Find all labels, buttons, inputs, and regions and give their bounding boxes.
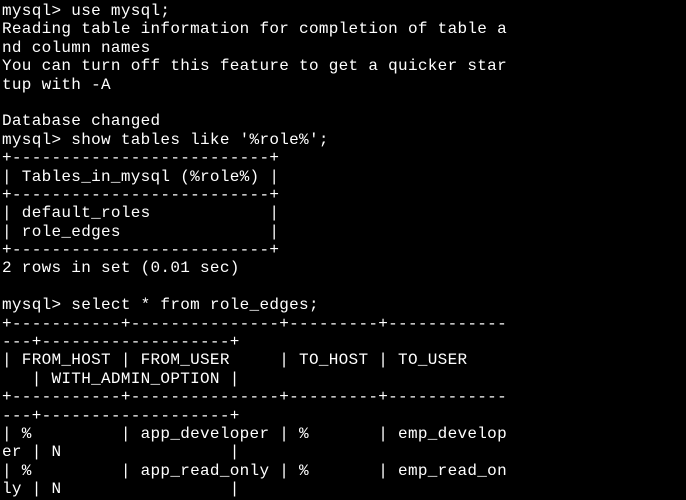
terminal-line: | Tables_in_mysql (%role%) |	[2, 168, 279, 186]
terminal-line: | WITH_ADMIN_OPTION |	[2, 370, 240, 388]
terminal-line: mysql> show tables like '%role%';	[2, 131, 329, 149]
terminal-line: You can turn off this feature to get a q…	[2, 57, 507, 75]
terminal-line: +-----------+---------------+---------+-…	[2, 388, 507, 406]
terminal-line: | default_roles |	[2, 204, 279, 222]
terminal-line: +--------------------------+	[2, 241, 279, 259]
terminal-line: | role_edges |	[2, 223, 279, 241]
terminal-output: mysql> use mysql; Reading table informat…	[0, 0, 686, 500]
terminal-line: ---+-------------------+	[2, 333, 240, 351]
terminal-line: Database changed	[2, 112, 160, 130]
terminal-line: ly | N |	[2, 480, 240, 498]
terminal-line: nd column names	[2, 39, 151, 57]
terminal-line: 2 rows in set (0.01 sec)	[2, 259, 240, 277]
terminal-line: Reading table information for completion…	[2, 20, 507, 38]
terminal-line: mysql> select * from role_edges;	[2, 296, 319, 314]
terminal-line: | FROM_HOST | FROM_USER | TO_HOST | TO_U…	[2, 351, 467, 369]
terminal-line: +--------------------------+	[2, 186, 279, 204]
terminal-line: er | N |	[2, 443, 240, 461]
terminal-line: ---+-------------------+	[2, 407, 240, 425]
terminal-line: +-----------+---------------+---------+-…	[2, 315, 507, 333]
terminal-line: mysql> use mysql;	[2, 2, 170, 20]
terminal-line: +--------------------------+	[2, 149, 279, 167]
terminal-line: | % | app_read_only | % | emp_read_on	[2, 462, 507, 480]
terminal-line: | % | app_developer | % | emp_develop	[2, 425, 507, 443]
terminal-line: tup with -A	[2, 76, 111, 94]
